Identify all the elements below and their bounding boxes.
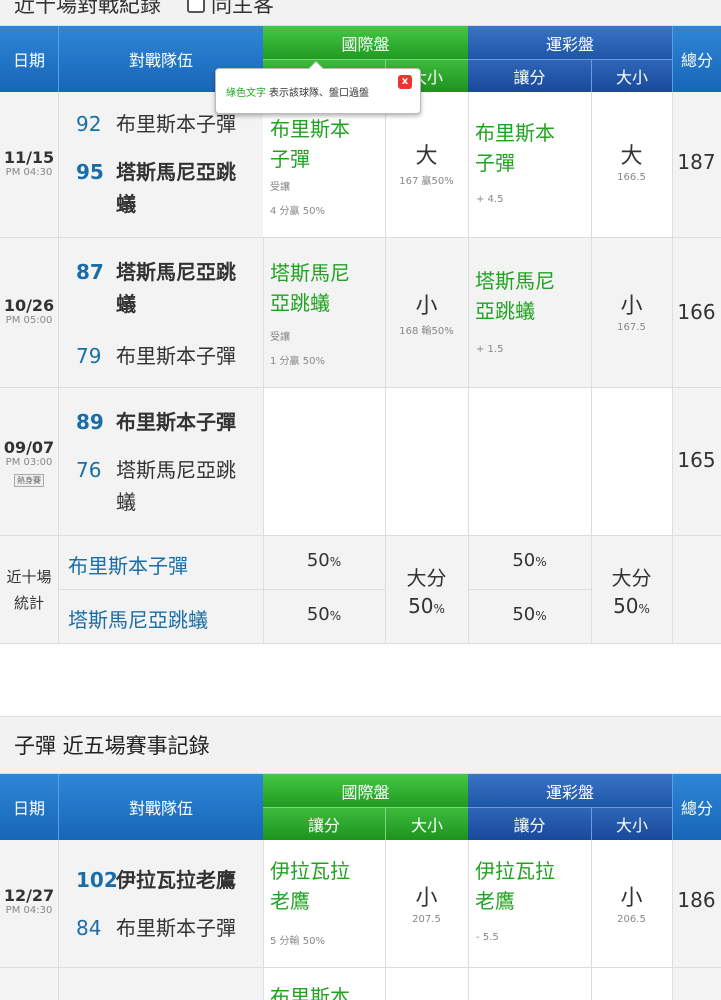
match-date: 12/27 PM 04:30 xyxy=(3,886,55,916)
intl-pick: 伊拉瓦拉 老鷹 xyxy=(270,859,350,913)
section-2-title: 子彈 近五場賽事記錄 xyxy=(14,734,210,758)
header-teams: 對戰隊伍 xyxy=(58,774,263,840)
header-intl-ou: 大小 xyxy=(385,807,468,840)
stats-t1-intl: 50% xyxy=(306,550,342,571)
stats-t2-intl: 50% xyxy=(306,604,342,625)
section-title: 近十場對戰紀錄 xyxy=(14,0,161,17)
header-lot-ou: 大小 xyxy=(591,59,672,92)
header-lottery: 運彩盤 xyxy=(468,774,672,807)
team-1: 87 塔斯馬尼亞跳 蟻 xyxy=(76,260,236,316)
header-lot-spread: 讓分 xyxy=(468,807,591,840)
stats-t2-lot: 50% xyxy=(512,604,547,625)
match-date: 09/07 PM 03:00 熱身賽 xyxy=(3,438,55,487)
team-2: 84 布里斯本子彈 xyxy=(76,916,236,940)
match-date: 11/15 PM 04:30 xyxy=(3,148,55,178)
total-score: 186 xyxy=(677,888,716,912)
stats-label: 近十場 統計 xyxy=(6,568,52,612)
team-1: 89 布里斯本子彈 xyxy=(76,410,236,434)
section-2-title-bar: 子彈 近五場賽事記錄 xyxy=(0,716,721,774)
team-2: 76 塔斯馬尼亞跳 蟻 xyxy=(76,458,236,514)
table-row: 布里斯本 xyxy=(0,968,721,1000)
table-row: 10/26 PM 05:00 87 塔斯馬尼亞跳 蟻 79 布里斯本子彈 塔斯馬尼亞… xyxy=(0,238,721,388)
header-total: 總分 xyxy=(672,26,721,92)
legend-tooltip: 綠色文字 表示該球隊、盤口過盤 x xyxy=(215,61,421,114)
header-intl-spread: 讓分 xyxy=(263,807,385,840)
team-2: 79 布里斯本子彈 xyxy=(76,344,236,368)
header-lottery: 運彩盤 xyxy=(468,26,672,59)
header-total: 總分 xyxy=(672,774,721,840)
same-home-away-checkbox[interactable] xyxy=(187,0,205,13)
intl-ou: 大 167 贏50% xyxy=(399,144,454,187)
lot-pick: 布里斯本 子彈 xyxy=(475,121,555,175)
header-lot-ou: 大小 xyxy=(591,807,672,840)
total-score: 165 xyxy=(677,448,716,472)
team-2: 95 塔斯馬尼亞跳 蟻 xyxy=(76,160,236,216)
intl-pick: 塔斯馬尼 亞跳蟻 xyxy=(270,261,350,315)
table-row: 09/07 PM 03:00 熱身賽 89 布里斯本子彈 76 塔斯馬尼亞跳 蟻 1… xyxy=(0,388,721,536)
stats-lot-ou: 大分 50% xyxy=(611,566,652,618)
stats-team-1: 布里斯本子彈 xyxy=(68,554,188,578)
lot-pick: 塔斯馬尼 亞跳蟻 xyxy=(475,269,555,323)
lot-pick: 伊拉瓦拉 老鷹 xyxy=(475,859,555,913)
team-1: 102伊拉瓦拉老鷹 xyxy=(76,868,236,892)
table-row: 12/27 PM 04:30 102伊拉瓦拉老鷹 84 布里斯本子彈 伊拉瓦拉 老鷹… xyxy=(0,840,721,968)
stats-t1-lot: 50% xyxy=(512,550,547,571)
header-date: 日期 xyxy=(0,26,58,92)
header-date: 日期 xyxy=(0,774,58,840)
intl-ou: 小 168 輸50% xyxy=(399,294,454,337)
stats-intl-ou: 大分 50% xyxy=(406,566,447,618)
section-title-bar: 近十場對戰紀錄 同主客 xyxy=(0,0,721,26)
total-score: 187 xyxy=(677,150,716,174)
header-intl: 國際盤 xyxy=(263,774,468,807)
close-icon[interactable]: x xyxy=(398,75,412,89)
page: 近十場對戰紀錄 同主客 日期 對戰隊伍 國際盤 讓分 大小 運彩盤 讓分 大小 … xyxy=(0,0,721,1000)
lot-ou: 小 206.5 xyxy=(617,886,646,925)
warmup-badge: 熱身賽 xyxy=(14,474,44,487)
stats-team-2: 塔斯馬尼亞跳蟻 xyxy=(68,608,208,632)
table-header-2: 日期 對戰隊伍 國際盤 讓分 大小 運彩盤 讓分 大小 總分 xyxy=(0,774,721,840)
header-intl: 國際盤 xyxy=(263,26,468,59)
intl-ou: 小 207.5 xyxy=(412,886,441,925)
lot-ou: 小 167.5 xyxy=(617,294,646,333)
match-date: 10/26 PM 05:00 xyxy=(3,296,55,326)
header-lot-spread: 讓分 xyxy=(468,59,591,92)
intl-pick: 布里斯本 xyxy=(270,985,350,1000)
total-score: 166 xyxy=(677,300,716,324)
stats-row: 近十場 統計 布里斯本子彈 塔斯馬尼亞跳蟻 50% 50% 大分 50% 50% 5… xyxy=(0,536,721,644)
checkbox-label: 同主客 xyxy=(211,0,274,17)
lot-ou: 大 166.5 xyxy=(617,144,646,183)
intl-pick: 布里斯本 子彈 xyxy=(270,117,350,171)
